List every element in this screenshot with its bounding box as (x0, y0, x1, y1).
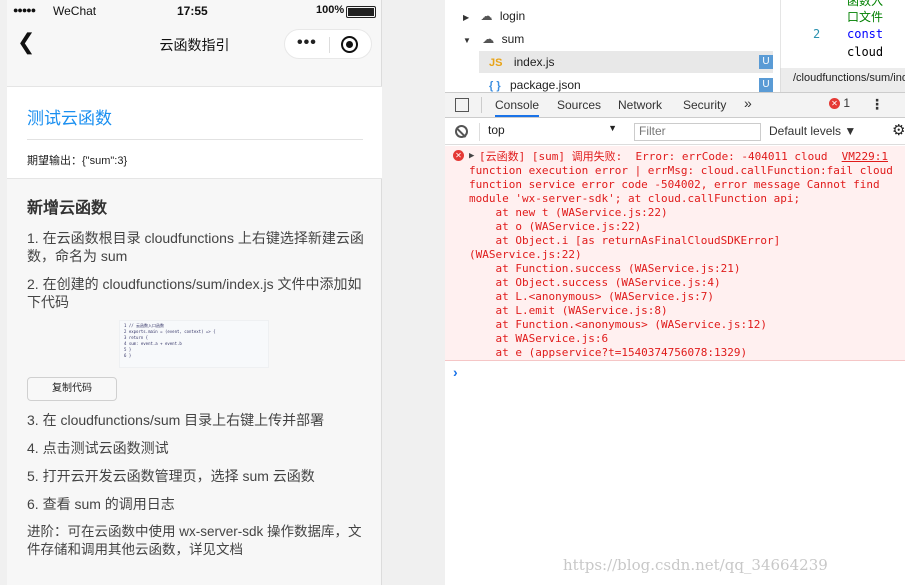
carrier-label: WeChat (53, 4, 97, 18)
code-image: 1 // 云函数入口函数 2 exports.main = (event, co… (119, 320, 269, 368)
tree-item-label: sum (501, 32, 525, 46)
context-select[interactable]: top ▼ (479, 123, 621, 141)
file-tree: ▶ ☁ login ▼ ☁ sum JS index.js U { } pack… (445, 0, 780, 92)
stack-frame[interactable]: at WAService.js:6 (469, 332, 608, 346)
tabs-overflow-icon[interactable]: » (744, 95, 752, 111)
error-line: function service error code -504002, err… (469, 178, 880, 191)
log-levels-dropdown[interactable]: Default levels ▼ (769, 124, 856, 138)
cloud-folder-icon: ☁ (480, 9, 493, 23)
inspect-icon[interactable] (455, 98, 469, 112)
stack-frame[interactable]: (WAService.js:22) (469, 248, 582, 262)
stack-frame[interactable]: at e (appservice?t=1540374756078:1329) (469, 346, 747, 360)
editor-line: 口文件 (847, 10, 884, 24)
error-line: [云函数] [sum] 调用失败: Error: errCode: -40401… (479, 150, 828, 163)
code-line: 6 } (124, 353, 132, 358)
clear-console-icon[interactable] (455, 125, 468, 138)
test-cloud-function-link[interactable]: 测试云函数 (27, 104, 112, 129)
battery-icon (346, 6, 376, 18)
gear-icon[interactable]: ⚙ (892, 121, 905, 139)
source-location-link[interactable]: VM229:1 (842, 150, 888, 164)
error-count: 1 (843, 96, 851, 110)
tab-sources[interactable]: Sources (557, 98, 601, 112)
caret-down-icon: ▼ (608, 123, 617, 133)
stack-frame[interactable]: at Function.<anonymous> (WAService.js:12… (469, 318, 767, 332)
devtools-tabbar: Console Sources Network Security » ✕ 1 ⋮ (445, 92, 905, 118)
card-divider (27, 139, 363, 140)
cloud-folder-icon: ☁ (482, 32, 495, 46)
json-file-icon: { } (489, 80, 501, 92)
expand-triangle-icon[interactable]: ▶ (469, 149, 474, 163)
tab-console[interactable]: Console (495, 98, 540, 117)
tab-security[interactable]: Security (683, 98, 726, 112)
chevron-right-icon[interactable]: ▶ (463, 13, 469, 22)
step-4: 4. 点击测试云函数测试 (27, 440, 169, 456)
stack-frame[interactable]: at Function.success (WAService.js:21) (469, 262, 740, 276)
code-editor[interactable]: 2 函数入 口文件 const cloud (780, 0, 905, 68)
tree-item-index-js[interactable]: JS index.js U (479, 51, 773, 73)
tree-item-label: index.js (513, 55, 555, 69)
status-bar: ●●●●● WeChat 17:55 100% (7, 0, 382, 24)
tree-item-label: package.json (509, 78, 581, 92)
console-error-message: ✕ ▶ VM229:1 [云函数] [sum] 调用失败: Error: err… (445, 146, 905, 361)
capsule-divider (329, 37, 330, 53)
guide-heading: 新增云函数 (27, 200, 108, 217)
stack-frame[interactable]: at o (WAService.js:22) (469, 220, 641, 234)
watermark: https://blog.csdn.net/qq_34664239 (563, 556, 828, 574)
more-icon[interactable]: ••• (297, 34, 317, 52)
target-icon[interactable] (341, 36, 358, 53)
stack-frame[interactable]: at Object.success (WAService.js:4) (469, 276, 720, 290)
stack-frame[interactable]: at new t (WAService.js:22) (469, 206, 667, 220)
advanced-note: 进阶：可在云函数中使用 wx-server-sdk 操作数据库，文件存储和调用其… (27, 524, 362, 557)
kebab-menu-icon[interactable]: ⋮ (870, 96, 884, 113)
status-time: 17:55 (177, 4, 208, 18)
untracked-badge: U (759, 55, 773, 69)
simulator-panel: ●●●●● WeChat 17:55 100% ❮ 云函数指引 ••• 测试云函… (0, 0, 445, 585)
console-prompt[interactable]: › (453, 364, 458, 380)
signal-icon: ●●●●● (13, 5, 36, 15)
phone-screen: ●●●●● WeChat 17:55 100% ❮ 云函数指引 ••• 测试云函… (7, 0, 382, 585)
step-5: 5. 打开云开发云函数管理页，选择 sum 云函数 (27, 468, 315, 484)
navigation-bar: ❮ 云函数指引 ••• (7, 24, 382, 64)
step-3: 3. 在 cloudfunctions/sum 目录上右键上传并部署 (27, 412, 325, 428)
menu-capsule: ••• (284, 29, 372, 59)
context-value: top (488, 123, 505, 137)
console-filter-bar: top ▼ Filter Default levels ▼ ⚙ (445, 119, 905, 145)
file-path: /cloudfunctions/sum/index.js (780, 68, 905, 92)
stack-frame: at Object.i [as returnAsFinalCloudSDKErr… (469, 234, 781, 247)
tree-item-label: login (499, 9, 526, 23)
tree-item-sum[interactable]: ▼ ☁ sum (463, 28, 773, 50)
tree-item-login[interactable]: ▶ ☁ login (463, 5, 773, 27)
editor-line: cloud (847, 45, 884, 59)
error-icon: ✕ (453, 150, 464, 161)
line-number: 2 (813, 27, 821, 41)
test-card: 测试云函数 期望输出：{"sum":3} (7, 87, 382, 179)
battery-percent: 100% (316, 4, 345, 16)
error-icon: ✕ (829, 98, 840, 110)
untracked-badge: U (759, 78, 773, 92)
tab-separator (481, 97, 482, 113)
filter-input[interactable]: Filter (634, 123, 761, 141)
stack-frame[interactable]: at L.emit (WAService.js:8) (469, 304, 667, 318)
step-2: 2. 在创建的 cloudfunctions/sum/index.js 文件中添… (27, 276, 362, 310)
chevron-down-icon[interactable]: ▼ (463, 36, 471, 45)
editor-line: const (847, 27, 884, 41)
error-counter[interactable]: ✕ 1 (829, 96, 850, 110)
step-6: 6. 查看 sum 的调用日志 (27, 496, 175, 512)
tab-network[interactable]: Network (618, 98, 662, 112)
error-line: function execution error | errMsg: cloud… (469, 164, 893, 177)
step-1: 1. 在云函数根目录 cloudfunctions 上右键选择新建云函数，命名为… (27, 230, 364, 264)
devtools-panel: ▶ ☁ login ▼ ☁ sum JS index.js U { } pack… (445, 0, 905, 585)
js-file-icon: JS (489, 57, 503, 69)
stack-frame[interactable]: at L.<anonymous> (WAService.js:7) (469, 290, 714, 304)
error-line: module 'wx-server-sdk'; at cloud.callFun… (469, 192, 801, 205)
copy-code-button[interactable]: 复制代码 (27, 377, 117, 401)
expected-output: 期望输出：{"sum":3} (27, 155, 128, 167)
